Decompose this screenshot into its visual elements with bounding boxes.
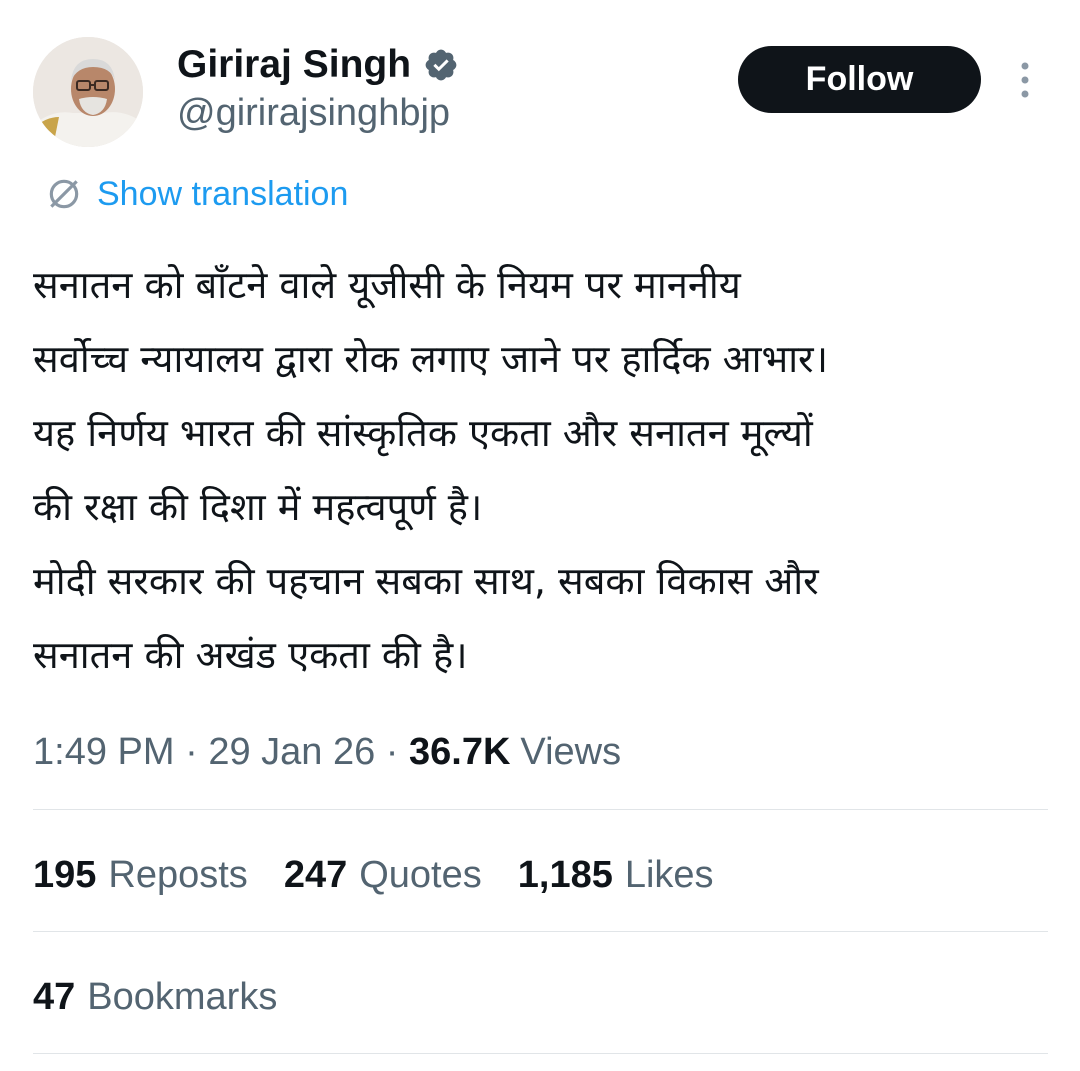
meta-separator: · <box>375 730 410 773</box>
bookmarks-count: 47 <box>33 975 76 1018</box>
follow-button[interactable]: Follow <box>738 46 981 113</box>
tweet-line: की रक्षा की दिशा में महत्वपूर्ण है। <box>33 485 483 529</box>
quotes-stat[interactable]: 247 Quotes <box>284 854 482 897</box>
divider <box>33 809 1048 810</box>
show-translation-label: Show translation <box>97 174 349 213</box>
avatar-photo <box>33 37 143 147</box>
quotes-count: 247 <box>283 853 348 896</box>
tweet-line: मोदी सरकार की पहचान सबका साथ, सबका विकास… <box>33 559 819 603</box>
author-display-name[interactable]: Giriraj Singh <box>177 43 411 87</box>
divider <box>33 931 1048 932</box>
author-handle[interactable]: @girirajsinghbjp <box>177 92 450 135</box>
avatar[interactable] <box>33 37 143 147</box>
verified-badge-icon <box>425 49 457 81</box>
views-label: Views <box>520 730 622 773</box>
tweet-date[interactable]: 29 Jan 26 <box>208 731 375 774</box>
tweet-line: सर्वोच्च न्यायालय द्वारा रोक लगाए जाने प… <box>33 337 828 381</box>
tweet-time[interactable]: 1:49 PM <box>33 731 175 774</box>
reposts-stat[interactable]: 195 Reposts <box>33 854 248 897</box>
likes-label: Likes <box>624 853 714 896</box>
more-vertical-icon[interactable] <box>1010 58 1040 102</box>
reposts-label: Reposts <box>108 853 248 896</box>
tweet-meta: 1:49 PM · 29 Jan 26 · 36.7K Views <box>33 725 621 779</box>
quotes-label: Quotes <box>359 853 482 896</box>
tweet-text: सनातन को बाँटने वाले यूजीसी के नियम पर म… <box>33 248 1053 692</box>
author-name-row[interactable]: Giriraj Singh <box>177 40 459 90</box>
tweet-line: यह निर्णय भारत की सांस्कृतिक एकता और सना… <box>33 411 813 455</box>
likes-count: 1,185 <box>517 853 613 896</box>
divider <box>33 1053 1048 1054</box>
engagement-stats: 195 Reposts 247 Quotes 1,185 Likes <box>33 848 750 902</box>
views-count[interactable]: 36.7K <box>409 731 510 774</box>
meta-separator: · <box>174 730 209 773</box>
bookmarks-label: Bookmarks <box>87 975 278 1018</box>
tweet-line: सनातन की अखंड एकता की है। <box>33 633 468 677</box>
bookmarks-stat[interactable]: 47 Bookmarks <box>33 970 313 1024</box>
reposts-count: 195 <box>33 853 97 896</box>
bookmarks-stat-inner: 47 Bookmarks <box>33 976 277 1019</box>
likes-stat[interactable]: 1,185 Likes <box>518 854 714 897</box>
show-translation-link[interactable]: Show translation <box>45 172 348 216</box>
globe-icon <box>49 179 79 209</box>
tweet-line: सनातन को बाँटने वाले यूजीसी के नियम पर म… <box>33 263 741 307</box>
